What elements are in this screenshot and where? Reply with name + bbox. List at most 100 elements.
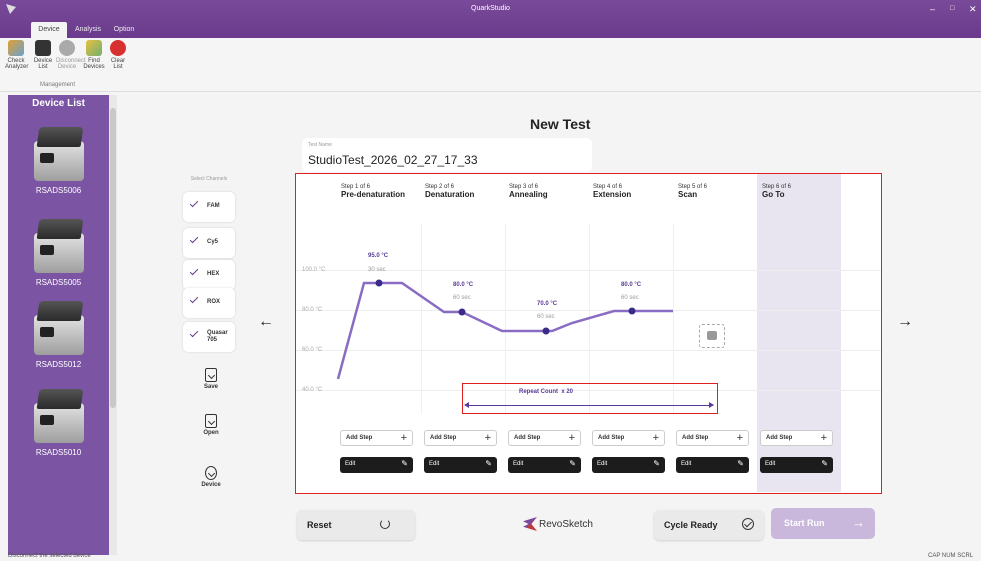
device-image <box>28 385 90 445</box>
add-step-label: Add Step <box>766 435 793 441</box>
edit-step-button[interactable]: Edit ✎ <box>592 457 665 473</box>
check-icon <box>189 234 199 244</box>
reset-button[interactable]: Reset <box>297 510 415 540</box>
arrow-left-icon[interactable]: ← <box>258 313 274 331</box>
repeat-count-label[interactable]: Repeat Count x 20 <box>519 389 573 395</box>
check-icon <box>189 294 199 304</box>
step-temp-point[interactable] <box>628 307 636 315</box>
test-name-input[interactable]: StudioTest_2026_02_27_17_33 <box>308 153 478 167</box>
device-item[interactable]: RSADS5006 <box>8 123 109 195</box>
add-step-label: Add Step <box>346 435 373 441</box>
device-button[interactable]: Device <box>195 466 227 488</box>
test-name-label: Test Name <box>308 142 332 148</box>
protocol-panel: 100.0 °C 80.0 °C 60.0 °C 40.0 °C Step 1 … <box>295 173 882 494</box>
reset-label: Reset <box>307 520 332 530</box>
step-temp-label[interactable]: 80.0 °C <box>621 282 641 288</box>
check-circle-icon <box>742 518 754 530</box>
clear-list-button[interactable]: Clear List <box>107 40 129 70</box>
save-icon <box>205 368 217 382</box>
scan-step-marker <box>699 324 725 348</box>
device-item[interactable]: RSADS5005 <box>8 215 109 287</box>
disconnect-icon <box>59 40 75 56</box>
channel-fam[interactable]: FAM <box>183 192 235 222</box>
minimize-button[interactable]: – <box>930 4 935 14</box>
tab-option[interactable]: Option <box>110 22 138 38</box>
start-run-button[interactable]: Start Run → <box>771 508 875 539</box>
channels-title: Select Channels <box>190 176 228 182</box>
edit-step-button[interactable]: Edit ✎ <box>676 457 749 473</box>
device-image <box>28 297 90 357</box>
ribbon: Check Analyzer Device List Disconnect De… <box>0 38 981 92</box>
step-temp-label[interactable]: 95.0 °C <box>368 253 388 259</box>
clear-list-icon <box>110 40 126 56</box>
tab-analysis[interactable]: Analysis <box>72 22 104 38</box>
disconnect-device-button[interactable]: Disconnect Device <box>56 40 86 70</box>
plus-icon: + <box>736 432 743 444</box>
channel-label: Cy5 <box>207 239 219 245</box>
edit-step-button[interactable]: Edit ✎ <box>424 457 497 473</box>
check-analyzer-button[interactable]: Check Analyzer <box>5 40 28 70</box>
step-duration-label[interactable]: 30 sec <box>368 267 386 273</box>
channel-hex[interactable]: HEX <box>183 260 235 290</box>
step-duration-label[interactable]: 60 sec <box>537 314 555 320</box>
disconnect-device-label: Disconnect Device <box>56 58 86 70</box>
step-temp-label[interactable]: 80.0 °C <box>453 282 473 288</box>
repeat-label-text: Repeat Count <box>519 389 558 395</box>
save-button[interactable]: Save <box>195 368 227 390</box>
step-duration-label[interactable]: 60 sec <box>621 295 639 301</box>
find-devices-button[interactable]: Find Devices <box>83 40 105 70</box>
edit-label: Edit <box>429 461 440 467</box>
device-name: RSADS5005 <box>35 278 82 287</box>
add-step-button[interactable]: Add Step + <box>424 430 497 446</box>
channel-quasar705[interactable]: Quasar 705 <box>183 322 235 352</box>
status-indicators: CAP NUM SCRL <box>928 553 974 559</box>
tab-device[interactable]: Device <box>31 22 67 38</box>
add-step-button[interactable]: Add Step + <box>676 430 749 446</box>
channel-label-line1: Quasar <box>207 330 228 336</box>
device-list-button[interactable]: Device List <box>32 40 54 70</box>
channel-cy5[interactable]: Cy5 <box>183 228 235 258</box>
arrow-right-icon[interactable]: → <box>897 313 913 331</box>
add-step-button[interactable]: Add Step + <box>508 430 581 446</box>
pencil-icon: ✎ <box>401 459 408 468</box>
step-temp-point[interactable] <box>375 279 383 287</box>
plus-icon: + <box>568 432 575 444</box>
sidebar-scroll-thumb[interactable] <box>110 108 116 408</box>
close-button[interactable]: ✕ <box>969 4 977 15</box>
step-temp-point[interactable] <box>458 308 466 316</box>
device-label: Device <box>201 482 221 488</box>
device-list-icon <box>35 40 51 56</box>
logo-mark-icon <box>523 517 537 531</box>
arrow-right-icon <box>709 402 714 408</box>
status-message: Disconnect the selected device <box>8 553 91 559</box>
device-item[interactable]: RSADS5012 <box>8 297 109 369</box>
add-step-button[interactable]: Add Step + <box>760 430 833 446</box>
arrow-right-icon: → <box>852 515 865 530</box>
device-list-panel: Device List RSADS5006 RSADS5005 RSADS501… <box>8 95 109 555</box>
title-bar: QuarkStudio Device Analysis Option – □ ✕ <box>0 0 981 38</box>
window-title: QuarkStudio <box>471 5 510 12</box>
maximize-button[interactable]: □ <box>950 5 954 12</box>
check-icon <box>189 266 199 276</box>
step-temp-point[interactable] <box>542 327 550 335</box>
edit-step-button[interactable]: Edit ✎ <box>508 457 581 473</box>
cycle-ready-button[interactable]: Cycle Ready <box>654 510 764 540</box>
pencil-icon: ✎ <box>569 459 576 468</box>
channel-selector: Select Channels FAM Cy5 HEX ROX Quasar 70… <box>181 176 237 356</box>
step-temp-label[interactable]: 70.0 °C <box>537 301 557 307</box>
device-image <box>28 123 90 183</box>
pencil-icon: ✎ <box>821 459 828 468</box>
add-step-label: Add Step <box>682 435 709 441</box>
edit-step-button[interactable]: Edit ✎ <box>340 457 413 473</box>
step-duration-label[interactable]: 60 sec <box>453 295 471 301</box>
add-step-button[interactable]: Add Step + <box>340 430 413 446</box>
refresh-icon <box>380 519 390 529</box>
channel-rox[interactable]: ROX <box>183 288 235 318</box>
device-item[interactable]: RSADS5010 <box>8 385 109 457</box>
plus-icon: + <box>484 432 491 444</box>
test-name-field[interactable]: Test Name StudioTest_2026_02_27_17_33 <box>302 138 592 172</box>
add-step-button[interactable]: Add Step + <box>592 430 665 446</box>
edit-step-button[interactable]: Edit ✎ <box>760 457 833 473</box>
channel-label: ROX <box>207 299 221 305</box>
open-button[interactable]: Open <box>195 414 227 436</box>
